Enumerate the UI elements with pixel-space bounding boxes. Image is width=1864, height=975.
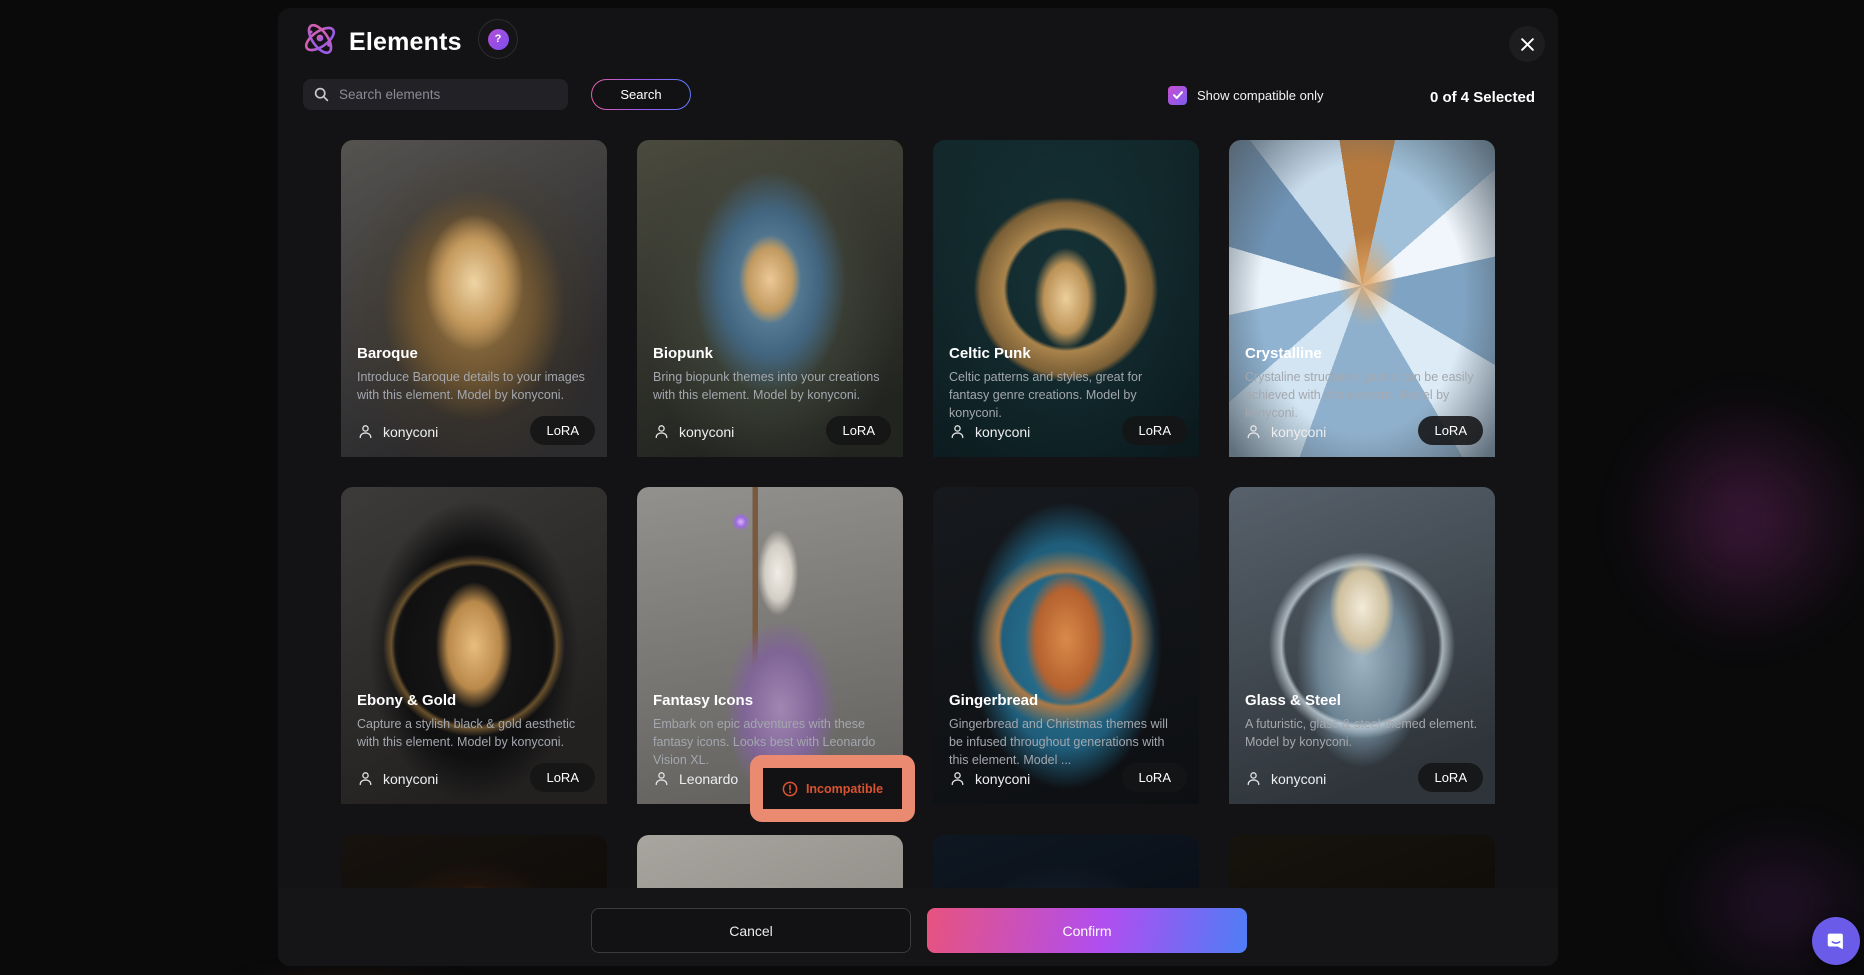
element-preview-image: LoRA	[341, 140, 607, 457]
selection-status: 0 of 4 Selected	[1430, 89, 1535, 106]
person-icon	[653, 770, 670, 787]
element-author: konyconi	[357, 770, 438, 787]
element-card-gingerbread[interactable]: LoRA Gingerbread Gingerbread and Christm…	[933, 487, 1199, 804]
element-title: Celtic Punk	[949, 345, 1031, 362]
author-name: konyconi	[975, 424, 1030, 440]
incompatible-highlight-annotation: Incompatible	[750, 755, 915, 822]
element-title: Gingerbread	[949, 692, 1038, 709]
lora-badge: LoRA	[1418, 763, 1483, 792]
question-mark-icon: ?	[488, 29, 509, 50]
elements-modal: Elements ? Search Show compatible only 0…	[278, 8, 1558, 966]
element-description: Celtic patterns and styles, great for fa…	[949, 368, 1183, 422]
search-button[interactable]: Search	[591, 79, 691, 110]
cancel-button[interactable]: Cancel	[591, 908, 911, 953]
person-icon	[357, 423, 374, 440]
compatible-checkbox-label: Show compatible only	[1197, 88, 1323, 103]
element-description: Bring biopunk themes into your creations…	[653, 368, 887, 404]
element-card-fantasy-icons[interactable]: LoRA Fantasy Icons Embark on epic advent…	[637, 487, 903, 804]
help-button[interactable]: ?	[478, 19, 518, 59]
incompatible-label: Incompatible	[806, 782, 883, 796]
element-card-celtic-punk[interactable]: LoRA Celtic Punk Celtic patterns and sty…	[933, 140, 1199, 457]
element-preview-image: LoRA	[637, 140, 903, 457]
show-compatible-toggle-row[interactable]: Show compatible only	[1168, 84, 1323, 106]
element-title: Glass & Steel	[1245, 692, 1341, 709]
author-name: konyconi	[383, 771, 438, 787]
element-author: konyconi	[1245, 770, 1326, 787]
author-name: konyconi	[679, 424, 734, 440]
person-icon	[1245, 770, 1262, 787]
close-icon	[1520, 37, 1535, 52]
author-name: konyconi	[1271, 771, 1326, 787]
incompatible-badge: Incompatible	[763, 768, 902, 809]
person-icon	[949, 770, 966, 787]
author-name: konyconi	[975, 771, 1030, 787]
page-title: Elements	[349, 28, 462, 57]
compatible-checkbox[interactable]	[1168, 86, 1187, 105]
element-title: Baroque	[357, 345, 418, 362]
element-card-crystalline[interactable]: LoRA Crystalline Crystaline structures g…	[1229, 140, 1495, 457]
warning-icon	[782, 781, 798, 797]
element-author: konyconi	[949, 770, 1030, 787]
element-author: konyconi	[949, 423, 1030, 440]
modal-footer: Cancel Confirm	[278, 888, 1558, 966]
background-glow	[1530, 340, 1864, 700]
author-name: Leonardo	[679, 771, 738, 787]
element-description: Capture a stylish black & gold aesthetic…	[357, 715, 591, 751]
element-title: Fantasy Icons	[653, 692, 753, 709]
lora-badge: LoRA	[530, 416, 595, 445]
element-description: Crystaline structures galore can be easi…	[1245, 368, 1479, 422]
person-icon	[949, 423, 966, 440]
checkmark-icon	[1172, 89, 1184, 101]
element-card-glass-steel[interactable]: LoRA Glass & Steel A futuristic, glass &…	[1229, 487, 1495, 804]
author-name: konyconi	[1271, 424, 1326, 440]
close-button[interactable]	[1509, 26, 1545, 62]
element-author: konyconi	[357, 423, 438, 440]
element-preview-image: LoRA	[1229, 487, 1495, 804]
element-title: Biopunk	[653, 345, 713, 362]
element-author: konyconi	[1245, 423, 1326, 440]
lora-badge: LoRA	[826, 416, 891, 445]
element-title: Crystalline	[1245, 345, 1322, 362]
element-preview-image: LoRA	[341, 487, 607, 804]
elements-atom-icon	[300, 19, 340, 59]
element-author: konyconi	[653, 423, 734, 440]
element-card-baroque[interactable]: LoRA Baroque Introduce Baroque details t…	[341, 140, 607, 457]
person-icon	[653, 423, 670, 440]
element-card-ebony-gold[interactable]: LoRA Ebony & Gold Capture a stylish blac…	[341, 487, 607, 804]
element-description: Introduce Baroque details to your images…	[357, 368, 591, 404]
chat-icon	[1825, 930, 1847, 952]
element-description: A futuristic, glass & steel themed eleme…	[1245, 715, 1479, 751]
element-card-biopunk[interactable]: LoRA Biopunk Bring biopunk themes into y…	[637, 140, 903, 457]
app-background: Elements ? Search Show compatible only 0…	[0, 0, 1864, 975]
lora-badge: LoRA	[530, 763, 595, 792]
person-icon	[357, 770, 374, 787]
chat-launcher-button[interactable]	[1812, 917, 1860, 965]
person-icon	[1245, 423, 1262, 440]
element-author: Leonardo	[653, 770, 738, 787]
element-title: Ebony & Gold	[357, 692, 456, 709]
search-input[interactable]	[303, 79, 568, 110]
author-name: konyconi	[383, 424, 438, 440]
element-description: Gingerbread and Christmas themes will be…	[949, 715, 1183, 769]
confirm-button[interactable]: Confirm	[927, 908, 1247, 953]
